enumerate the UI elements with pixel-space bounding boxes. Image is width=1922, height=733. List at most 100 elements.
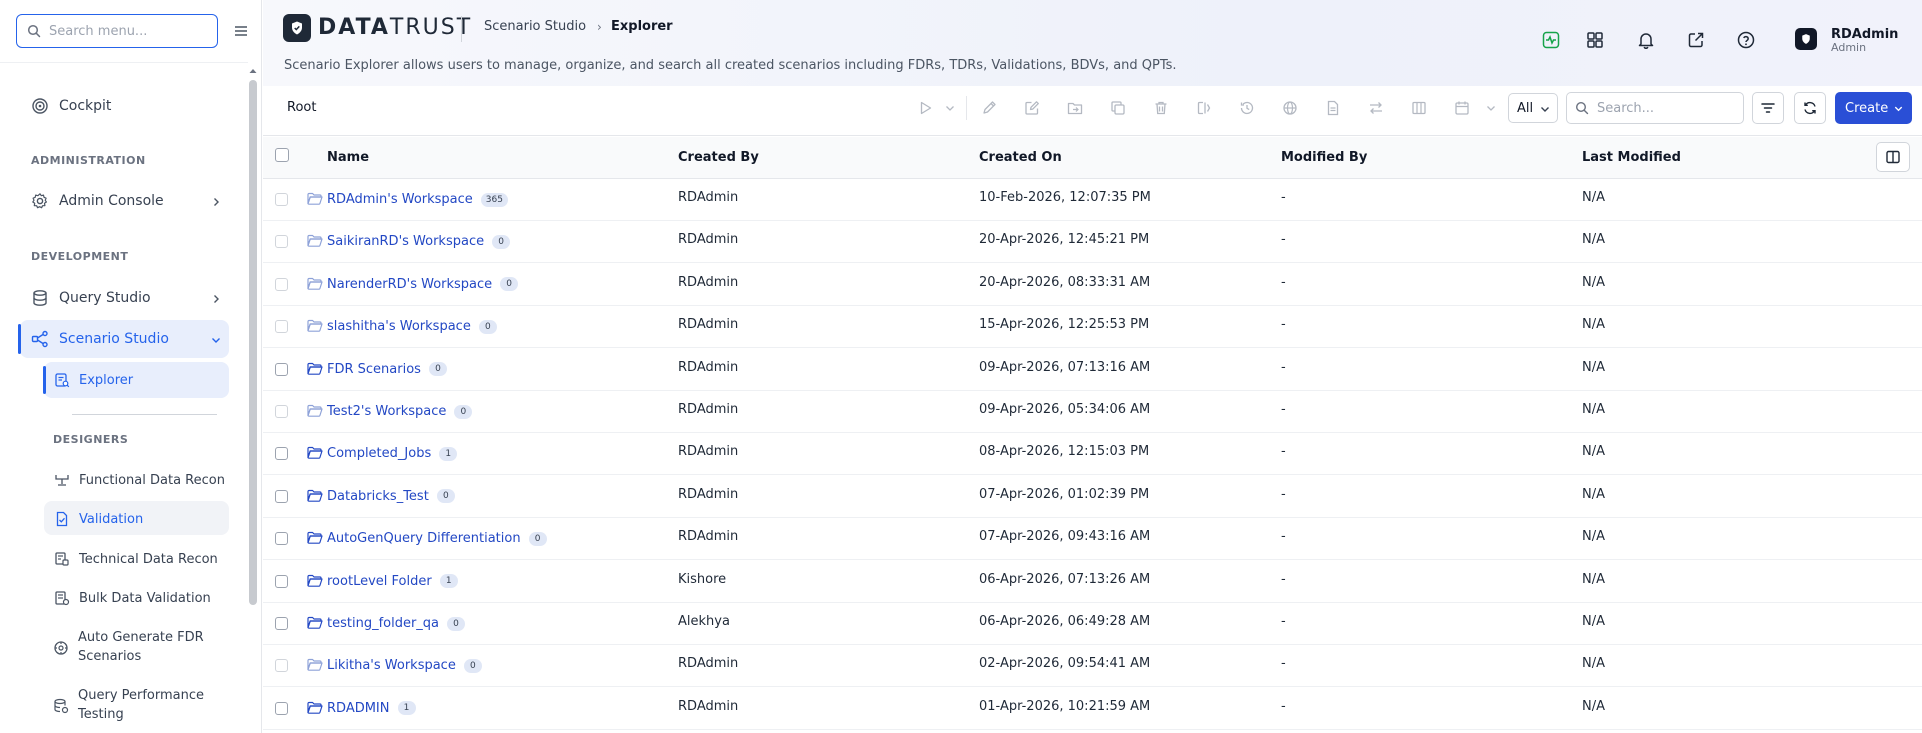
sidebar-item-technical-data-recon[interactable]: Technical Data Recon: [53, 550, 218, 568]
sidebar-item-admin-console[interactable]: Admin Console: [31, 192, 164, 210]
apps-grid-icon[interactable]: [1585, 30, 1605, 50]
cell-modified-by: -: [1281, 274, 1286, 290]
row-checkbox[interactable]: [275, 235, 288, 249]
bulk-validation-icon: [53, 589, 71, 607]
filter-type-select[interactable]: All: [1508, 93, 1558, 123]
row-checkbox[interactable]: [275, 277, 288, 291]
folder-name-link[interactable]: slashitha's Workspace 0: [327, 319, 497, 334]
folder-name-link[interactable]: Databricks_Test 0: [327, 489, 455, 504]
move-button[interactable]: [1057, 93, 1093, 123]
chevron-right-icon: [214, 295, 219, 303]
transfer-button[interactable]: [1358, 93, 1394, 123]
sidebar-item-explorer[interactable]: Explorer: [53, 371, 133, 389]
select-all-checkbox[interactable]: [275, 148, 289, 162]
row-checkbox[interactable]: [275, 701, 288, 715]
table-row[interactable]: RDAdmin's Workspace 365 RDAdmin 10-Feb-2026…: [263, 179, 1922, 221]
hamburger-menu-icon[interactable]: [232, 22, 250, 40]
folder-name-link[interactable]: RDAdmin's Workspace 365: [327, 192, 508, 207]
cell-created-by: RDAdmin: [678, 317, 739, 333]
table-row[interactable]: Completed_Jobs 1 RDAdmin 08-Apr-2026, 12:15…: [263, 433, 1922, 476]
table-row[interactable]: RDADMIN 1 RDAdmin 01-Apr-2026, 10:21:59 AM -…: [263, 687, 1922, 730]
row-checkbox[interactable]: [275, 659, 288, 673]
column-header-created-on[interactable]: Created On: [979, 150, 1062, 165]
sidebar-item-scenario-studio[interactable]: Scenario Studio: [31, 330, 169, 348]
table-row[interactable]: Databricks_Test 0 RDAdmin 07-Apr-2026, 01:0…: [263, 475, 1922, 518]
sidebar-item-bulk-data-validation[interactable]: Bulk Data Validation: [53, 589, 211, 607]
row-checkbox[interactable]: [275, 489, 288, 503]
sidebar-item-validation[interactable]: Validation: [53, 510, 143, 528]
table-row[interactable]: SaikiranRD's Workspace 0 RDAdmin 20-Apr-202…: [263, 221, 1922, 264]
activity-icon[interactable]: [1541, 30, 1561, 50]
folder-name-link[interactable]: rootLevel Folder 1: [327, 574, 458, 589]
table-row[interactable]: FDR Scenarios 0 RDAdmin 09-Apr-2026, 07:13:…: [263, 348, 1922, 391]
column-header-modified-by[interactable]: Modified By: [1281, 150, 1367, 165]
filter-button[interactable]: [1752, 92, 1784, 124]
row-checkbox[interactable]: [275, 532, 288, 546]
folder-name-link[interactable]: SaikiranRD's Workspace 0: [327, 234, 511, 250]
row-checkbox[interactable]: [275, 362, 288, 376]
table-row[interactable]: Test2's Workspace 0 RDAdmin 09-Apr-2026, 05…: [263, 391, 1922, 433]
run-dropdown-button[interactable]: [940, 93, 960, 123]
breadcrumb-scenario-studio[interactable]: Scenario Studio: [484, 19, 586, 34]
column-header-created-by[interactable]: Created By: [678, 150, 759, 165]
folder-name-link[interactable]: Likitha's Workspace 0: [327, 658, 482, 673]
table-search[interactable]: [1566, 92, 1744, 124]
external-link-icon[interactable]: [1686, 30, 1706, 50]
history-button[interactable]: [1229, 93, 1265, 123]
sidebar-divider: [0, 62, 248, 63]
table-search-input[interactable]: [1597, 100, 1737, 116]
run-button[interactable]: [907, 93, 943, 123]
columns-button[interactable]: [1401, 93, 1437, 123]
row-checkbox[interactable]: [275, 617, 288, 630]
database-icon: [31, 289, 49, 307]
avatar[interactable]: [1795, 28, 1817, 50]
app-header: [263, 0, 1922, 86]
folder-name-link[interactable]: AutoGenQuery Differentiation 0: [327, 531, 547, 546]
compare-button[interactable]: [1186, 93, 1222, 123]
scroll-up-arrow-icon[interactable]: [248, 66, 258, 76]
column-header-last-modified[interactable]: Last Modified: [1582, 150, 1681, 165]
folder-name-link[interactable]: Completed_Jobs 1: [327, 446, 458, 461]
search-menu-input[interactable]: [49, 23, 199, 39]
folder-name-link[interactable]: NarenderRD's Workspace 0: [327, 277, 519, 292]
sidebar-item-functional-data-recon[interactable]: Functional Data Recon: [53, 471, 225, 489]
schedule-button[interactable]: [1444, 93, 1480, 123]
toolbar-divider: [966, 96, 967, 120]
sidebar-item-cockpit[interactable]: Cockpit: [31, 97, 111, 115]
folder-name-link[interactable]: Test2's Workspace 0: [327, 404, 473, 419]
create-button[interactable]: Create: [1835, 92, 1912, 124]
table-row[interactable]: AutoGenQuery Differentiation 0 RDAdmin 07-A…: [263, 518, 1922, 561]
folder-name-link[interactable]: RDADMIN 1: [327, 701, 416, 716]
table-row[interactable]: Likitha's Workspace 0 RDAdmin 02-Apr-2026, …: [263, 645, 1922, 688]
copy-button[interactable]: [1100, 93, 1136, 123]
chevron-right-icon: [214, 198, 219, 206]
rename-button[interactable]: [971, 93, 1007, 123]
row-checkbox[interactable]: [275, 574, 288, 588]
folder-name-link[interactable]: FDR Scenarios 0: [327, 362, 447, 377]
document-button[interactable]: [1315, 93, 1351, 123]
sidebar-item-query-studio[interactable]: Query Studio: [31, 289, 151, 307]
share-button[interactable]: [1272, 93, 1308, 123]
refresh-button[interactable]: [1794, 92, 1826, 124]
table-row[interactable]: rootLevel Folder 1 Kishore 06-Apr-2026, 07:…: [263, 560, 1922, 603]
row-checkbox[interactable]: [275, 193, 288, 206]
edit-button[interactable]: [1014, 93, 1050, 123]
column-settings-button[interactable]: [1876, 142, 1910, 172]
delete-button[interactable]: [1143, 93, 1179, 123]
sidebar-scrollbar-thumb[interactable]: [249, 80, 257, 605]
row-checkbox[interactable]: [275, 447, 288, 461]
column-header-name[interactable]: Name: [327, 150, 369, 165]
table-row[interactable]: slashitha's Workspace 0 RDAdmin 15-Apr-2026…: [263, 306, 1922, 349]
row-checkbox[interactable]: [275, 320, 288, 334]
table-row[interactable]: testing_folder_qa 0 Alekhya 06-Apr-2026, 06…: [263, 603, 1922, 645]
help-icon[interactable]: [1736, 30, 1756, 50]
sidebar-search[interactable]: [16, 14, 218, 48]
breadcrumb-root[interactable]: Root: [287, 100, 316, 115]
bell-icon[interactable]: [1636, 30, 1656, 50]
table-row[interactable]: NarenderRD's Workspace 0 RDAdmin 20-Apr-202…: [263, 263, 1922, 306]
row-checkbox[interactable]: [275, 405, 288, 418]
folder-name-link[interactable]: testing_folder_qa 0: [327, 616, 466, 631]
user-name[interactable]: RDAdmin: [1831, 27, 1898, 42]
schedule-dropdown-button[interactable]: [1481, 93, 1501, 123]
folder-name: SaikiranRD's Workspace: [327, 234, 485, 250]
